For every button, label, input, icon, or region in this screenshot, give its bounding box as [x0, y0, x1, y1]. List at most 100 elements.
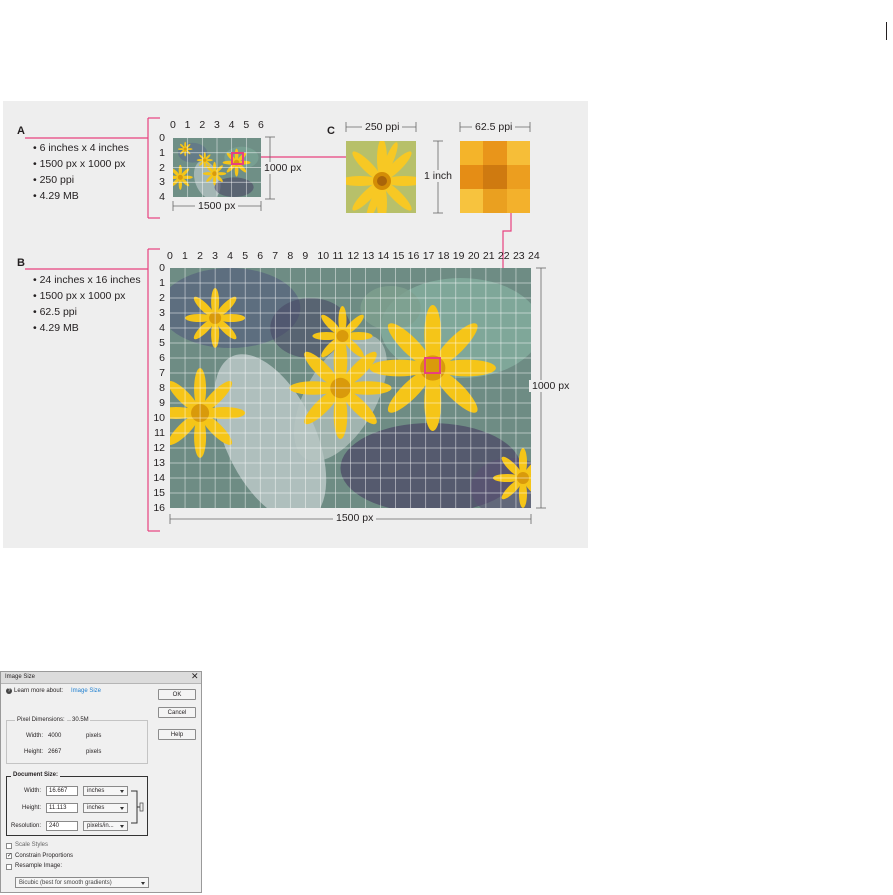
- section-b-y-tick-label: 16: [153, 502, 165, 514]
- section-a-x-tick-label: 3: [214, 119, 220, 131]
- resample-method-value: Bicubic (best for smooth gradients): [19, 880, 112, 886]
- doc-height-input[interactable]: 11.113: [46, 803, 78, 813]
- help-circle-icon: ?: [6, 688, 12, 694]
- image-size-dialog: Image Size ✕ ? Learn more about: Image S…: [0, 671, 202, 893]
- section-b-bullet: • 62.5 ppi: [33, 306, 77, 318]
- section-b-y-tick-label: 9: [159, 397, 165, 409]
- pixel-dimensions-size: 30.5M: [71, 717, 90, 723]
- small-highlight-square: [231, 152, 244, 165]
- section-b-x-tick-label: 4: [227, 250, 233, 262]
- section-b-y-tick-label: 14: [153, 472, 165, 484]
- pixel-height-unit: pixels: [86, 749, 102, 755]
- section-a-bullets: • 6 inches x 4 inches • 1500 px x 1000 p…: [33, 140, 129, 204]
- checkmark-icon: ✓: [7, 853, 13, 859]
- constrain-proportions-label: Constrain Proportions: [15, 853, 74, 859]
- dialog-titlebar: Image Size ✕: [1, 671, 201, 684]
- section-b-x-tick-label: 24: [528, 250, 540, 262]
- constrain-proportions-checkbox[interactable]: ✓: [6, 853, 12, 859]
- section-b-x-tick-label: 14: [377, 250, 390, 262]
- section-a-bullet: • 4.29 MB: [33, 190, 79, 202]
- doc-height-unit-select[interactable]: inches: [83, 803, 128, 813]
- resolution-unit-value: pixels/in...: [87, 823, 114, 829]
- section-b-bullet: • 1500 px x 1000 px: [33, 290, 126, 302]
- pixel-height-label: Height:: [24, 749, 44, 755]
- large-grid-photo: [170, 268, 531, 508]
- section-a-x-tick-label: 0: [170, 119, 176, 131]
- learn-more-link[interactable]: Image Size: [71, 688, 101, 694]
- section-b-x-tick-label: 11: [332, 250, 344, 262]
- constrain-link-icon: [131, 790, 144, 824]
- section-a-bullet: • 250 ppi: [33, 174, 75, 186]
- pixel-width-unit: pixels: [86, 733, 102, 739]
- section-b-y-tick-label: 15: [153, 487, 165, 499]
- section-b-x-tick-label: 5: [242, 250, 249, 262]
- doc-width-unit-select[interactable]: inches: [83, 786, 128, 796]
- section-b-width-label: 1500 px: [333, 512, 377, 524]
- section-b-x-tick-label: 9: [302, 250, 309, 262]
- close-icon[interactable]: ✕: [191, 671, 199, 682]
- doc-height-unit-value: inches: [87, 805, 105, 811]
- section-b-x-tick-label: 22: [497, 250, 510, 262]
- dialog-title: Image Size: [5, 674, 36, 680]
- section-b-height-label: 1000 px: [529, 380, 573, 392]
- section-b-x-tick-label: 15: [392, 250, 405, 262]
- scale-styles-label: Scale Styles: [15, 842, 49, 848]
- small-grid-overlay: [173, 138, 261, 197]
- chevron-down-icon: [120, 807, 124, 810]
- section-a-bullet: • 1500 px x 1000 px: [33, 158, 126, 170]
- page-edge-mark: [886, 22, 887, 40]
- resample-image-checkbox[interactable]: [6, 864, 12, 870]
- section-a-letter: A: [17, 125, 25, 137]
- section-b-y-tick-label: 4: [159, 322, 165, 334]
- section-b-letter: B: [17, 257, 25, 269]
- section-a-bullet: • 6 inches x 4 inches: [33, 142, 129, 154]
- crop-62ppi-photo: [460, 141, 530, 213]
- resample-image-label: Resample Image:: [15, 863, 63, 869]
- section-b-bullet: • 24 inches x 16 inches: [33, 274, 141, 286]
- doc-width-unit-value: inches: [87, 788, 105, 794]
- resolution-figure: A • 6 inches x 4 inches • 1500 px x 1000…: [3, 101, 588, 548]
- resolution-unit-select[interactable]: pixels/in...: [83, 821, 128, 831]
- section-b-x-tick-label: 8: [287, 250, 294, 262]
- section-b-y-tick-label: 6: [159, 352, 165, 364]
- section-a-x-tick-label: 6: [258, 119, 264, 131]
- section-b-x-tick-label: 13: [362, 250, 375, 262]
- pixel-width-label: Width:: [26, 733, 44, 739]
- doc-width-input[interactable]: 16.667: [46, 786, 78, 796]
- section-b-x-tick-label: 7: [272, 250, 279, 262]
- section-a-y-tick-label: 4: [159, 191, 165, 203]
- section-c-right-label: 62.5 ppi: [472, 121, 516, 133]
- section-b-y-tick-label: 10: [153, 412, 165, 424]
- section-b-x-tick-label: 0: [167, 250, 173, 262]
- large-highlight-square: [424, 357, 441, 374]
- section-c-left-label: 250 ppi: [362, 121, 403, 133]
- section-b-x-tick-label: 16: [407, 250, 420, 262]
- section-b-x-tick-label: 19: [452, 250, 465, 262]
- section-b-x-tick-label: 3: [212, 250, 218, 262]
- resolution-input[interactable]: 240: [46, 821, 78, 831]
- document-size-label: Document Size:: [11, 772, 61, 778]
- section-a-height-label: 1000 px: [261, 162, 305, 174]
- scale-styles-checkbox[interactable]: [6, 843, 12, 849]
- pixel-dimensions-label: Pixel Dimensions:: [15, 717, 67, 723]
- help-button[interactable]: Help: [158, 729, 196, 740]
- section-b-y-tick-label: 3: [159, 307, 165, 319]
- section-a-x-tick-label: 5: [243, 119, 250, 131]
- section-b-x-tick-label: 20: [467, 250, 480, 262]
- cancel-button[interactable]: Cancel: [158, 707, 196, 718]
- pixel-width-value: 4000: [48, 733, 62, 739]
- section-c-letter: C: [327, 125, 335, 137]
- section-a-y-tick-label: 3: [159, 176, 165, 189]
- section-b-bullets: • 24 inches x 16 inches • 1500 px x 1000…: [33, 272, 141, 336]
- ok-button[interactable]: OK: [158, 689, 196, 700]
- resample-method-select[interactable]: Bicubic (best for smooth gradients): [15, 877, 149, 888]
- section-b-y-tick-label: 8: [159, 382, 165, 394]
- chevron-down-icon: [141, 882, 145, 885]
- section-b-y-tick-label: 11: [154, 427, 165, 439]
- section-a-x-tick-label: 1: [184, 119, 191, 131]
- chevron-down-icon: [120, 790, 124, 793]
- pixel-dimensions-group: [6, 720, 148, 764]
- section-a-x-tick-label: 2: [199, 119, 206, 131]
- section-a-y-tick-label: 0: [159, 132, 165, 144]
- pixel-height-value: 2667: [48, 749, 62, 755]
